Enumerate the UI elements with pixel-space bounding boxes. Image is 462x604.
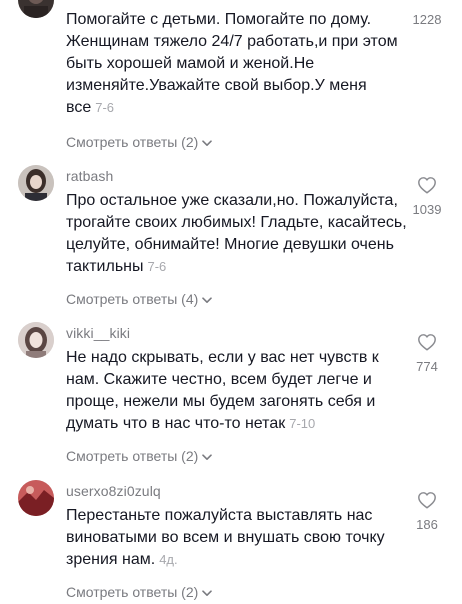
comment-date: 7-10 <box>289 416 316 431</box>
view-replies-button[interactable]: Смотреть ответы (2) <box>66 134 213 150</box>
chevron-down-icon <box>202 584 213 600</box>
comment-text: Про остальное уже сказали,но. Пожалуйста… <box>66 192 407 275</box>
heart-outline-icon <box>402 333 452 356</box>
view-replies-label: Смотреть ответы (4) <box>66 291 199 307</box>
view-replies-button[interactable]: Смотреть ответы (2) <box>66 448 213 464</box>
like-button[interactable]: 186 <box>402 491 452 532</box>
like-button[interactable]: 774 <box>402 333 452 374</box>
like-button[interactable]: 1228 <box>402 0 452 27</box>
chevron-down-icon <box>202 291 213 307</box>
comment-date: 7-6 <box>147 259 167 274</box>
like-count: 1228 <box>412 12 442 27</box>
comments-page: Помогайте с детьми. Помогайте по дому. Ж… <box>0 0 462 604</box>
comment-date: 4д. <box>159 552 178 567</box>
like-count: 774 <box>416 359 438 374</box>
view-replies-button[interactable]: Смотреть ответы (2) <box>66 584 213 600</box>
avatar[interactable] <box>18 165 54 201</box>
view-replies-label: Смотреть ответы (2) <box>66 584 199 600</box>
heart-outline-icon <box>402 491 452 514</box>
comment-text: Перестаньте пожалуйста выставлять нас ви… <box>66 507 385 568</box>
like-count: 1039 <box>412 202 442 217</box>
chevron-down-icon <box>202 448 213 464</box>
view-replies-button[interactable]: Смотреть ответы (4) <box>66 291 213 307</box>
comment-username[interactable]: vikki__kiki <box>66 325 130 341</box>
avatar[interactable] <box>18 322 54 358</box>
comment-username[interactable]: userxo8zi0zulq <box>66 483 161 499</box>
avatar[interactable] <box>18 0 54 18</box>
chevron-down-icon <box>202 134 213 150</box>
view-replies-label: Смотреть ответы (2) <box>66 134 199 150</box>
avatar[interactable] <box>18 480 54 516</box>
comment-text: Помогайте с детьми. Помогайте по дому. Ж… <box>66 11 398 116</box>
like-button[interactable]: 1039 <box>402 176 452 217</box>
comment-text: Не надо скрывать, если у вас нет чувств … <box>66 349 379 432</box>
comment-date: 7-6 <box>95 100 115 115</box>
like-count: 186 <box>416 517 438 532</box>
view-replies-label: Смотреть ответы (2) <box>66 448 199 464</box>
heart-outline-icon <box>402 176 452 199</box>
comment-username[interactable]: ratbash <box>66 168 113 184</box>
